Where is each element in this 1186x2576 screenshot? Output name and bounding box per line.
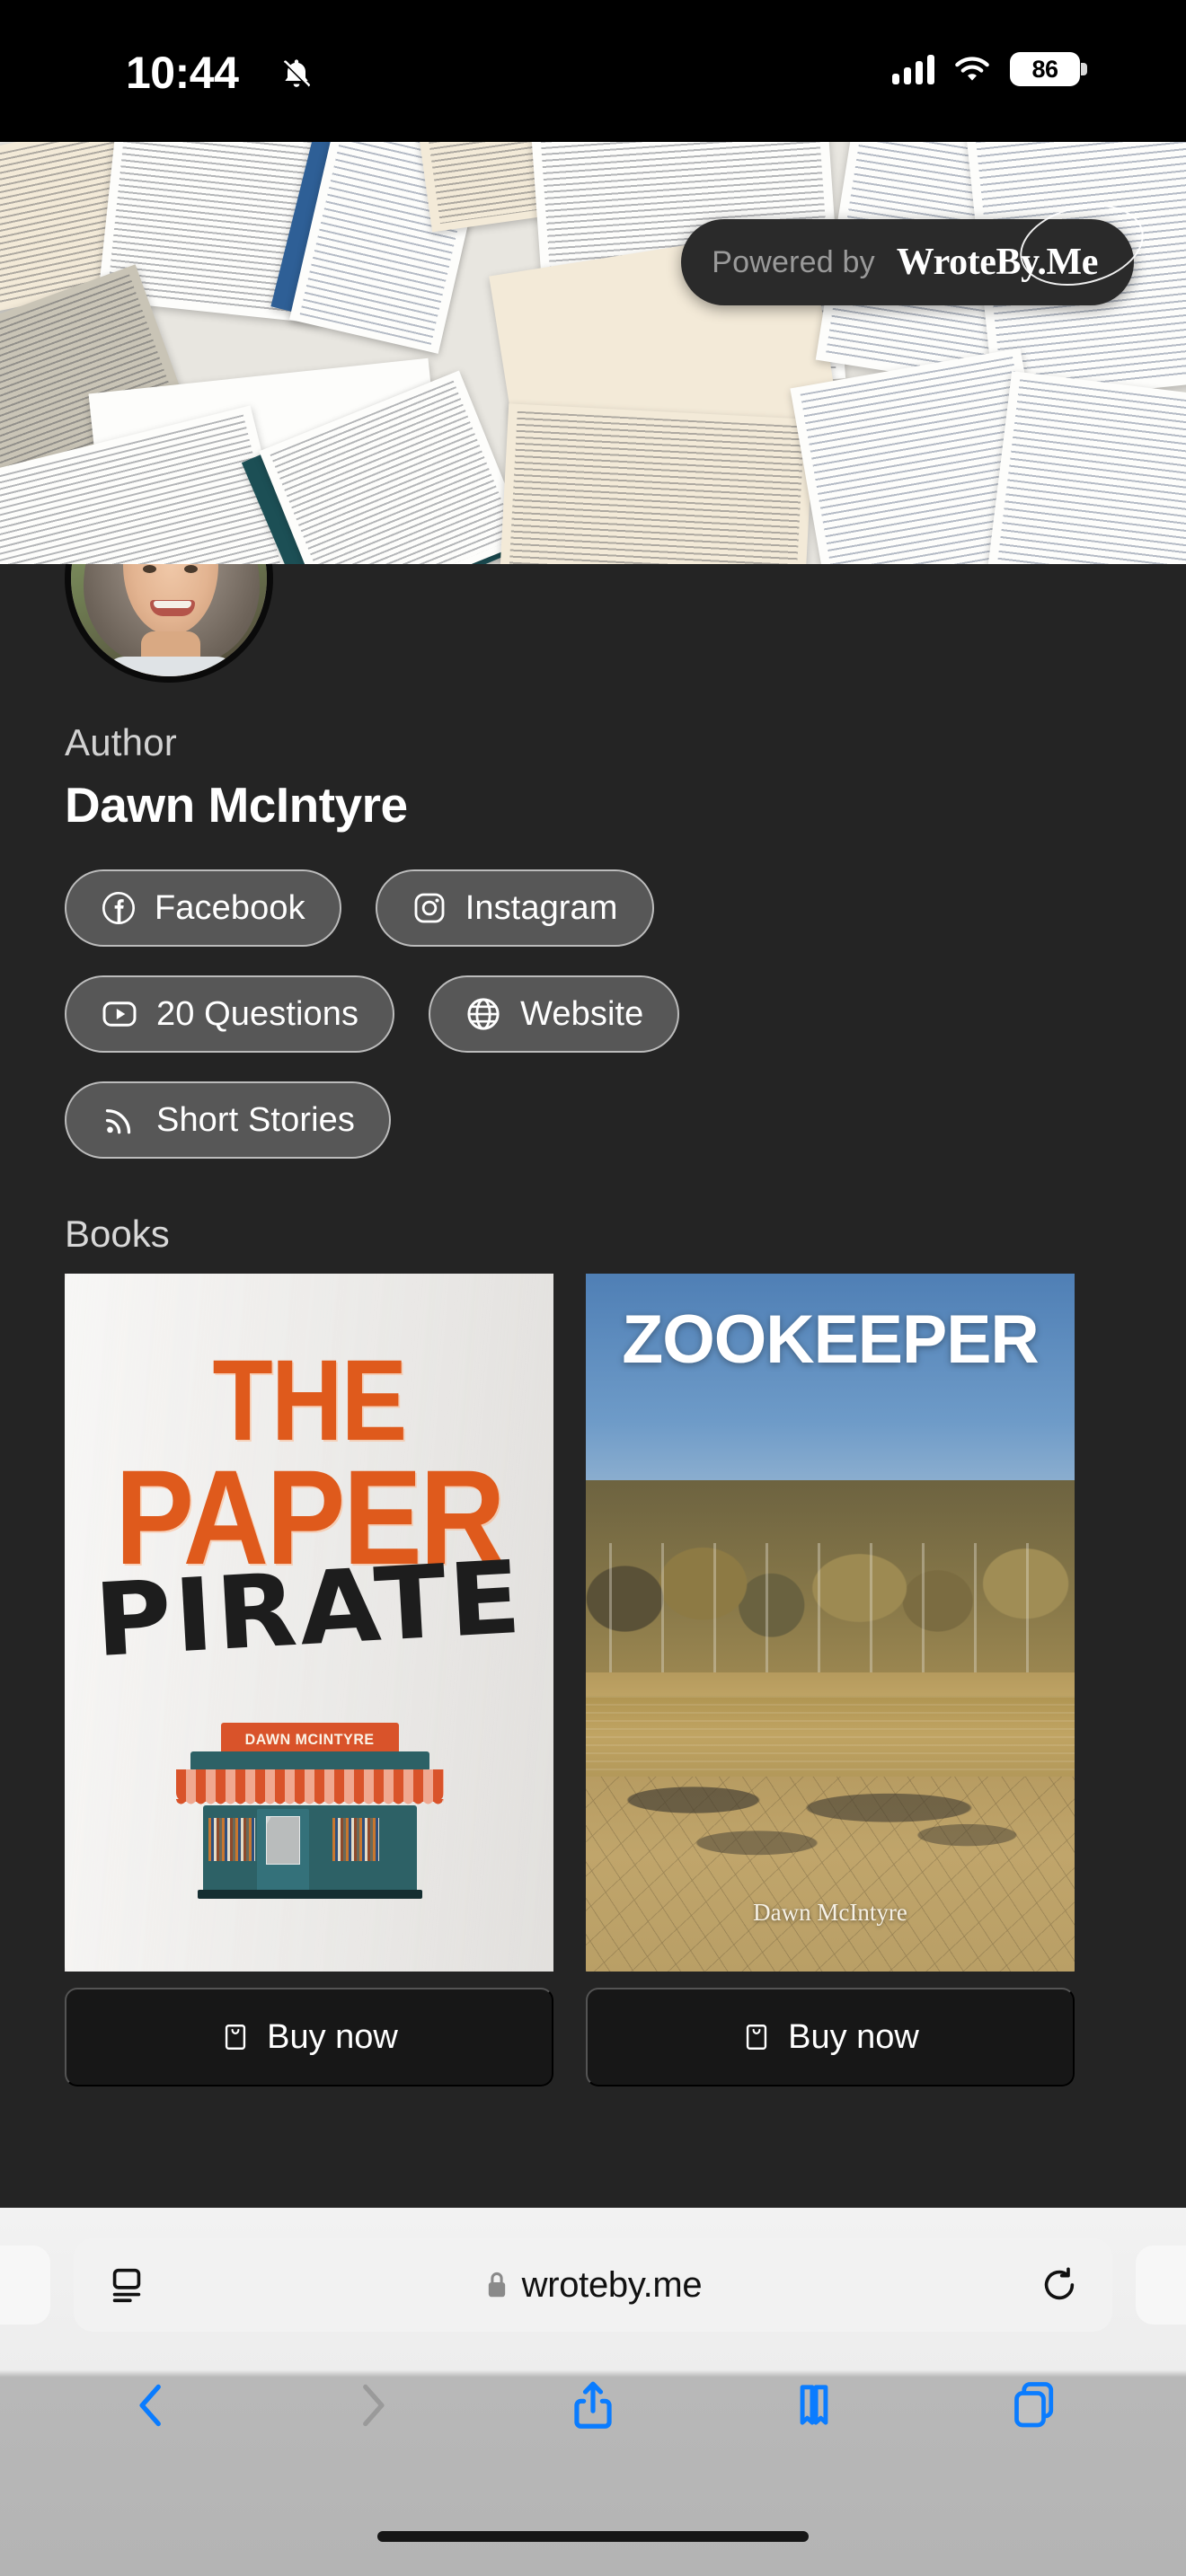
instagram-icon (414, 893, 445, 923)
tabs-icon (1014, 2382, 1054, 2428)
cover-author: Dawn McIntyre (753, 1899, 907, 1926)
books-grid: THE PAPER PIRATE DAWN MCINTYRE Buy now Z… (65, 1274, 1075, 2086)
buy-now-button[interactable]: Buy now (65, 1988, 553, 2086)
author-role-label: Author (65, 721, 177, 763)
youtube-play-icon (102, 1001, 137, 1027)
cover-title-line1: THE (212, 1337, 408, 1465)
url-bar-row: wroteby.me (0, 2238, 1186, 2332)
book-cover-paper-pirate[interactable]: THE PAPER PIRATE DAWN MCINTYRE (65, 1274, 553, 1972)
link-label: Facebook (155, 888, 305, 927)
globe-icon (467, 998, 500, 1030)
status-bar-indicators: 86 (892, 52, 1087, 86)
bookmarks-icon (800, 2385, 828, 2425)
book-cover-zookeeper[interactable]: ZOOKEEPER Dawn McIntyre (586, 1274, 1075, 1972)
author-portrait (71, 564, 267, 676)
bookshop-illustration: DAWN MCINTYRE (171, 1723, 449, 1902)
url-bar[interactable]: wroteby.me (74, 2238, 1112, 2332)
wrotebyme-brand: WroteBy.Me (896, 242, 1099, 283)
adjacent-tab-preview-right[interactable] (1136, 2245, 1186, 2325)
books-section-heading: Books (65, 1213, 170, 1255)
buy-now-label: Buy now (788, 2017, 919, 2056)
back-button[interactable] (102, 2356, 201, 2455)
powered-by-badge[interactable]: Powered by WroteBy.Me (681, 192, 1153, 305)
url-text-group: wroteby.me (147, 2265, 1039, 2306)
wifi-icon (955, 56, 989, 81)
profile-banner: Powered by WroteBy.Me (0, 142, 1186, 564)
book-bag-icon (226, 2025, 246, 2050)
open-books-photo (0, 142, 1186, 564)
tabs-button[interactable] (985, 2356, 1084, 2455)
link-website[interactable]: Website (429, 975, 680, 1053)
social-links: Facebook Instagram 20 Questions Website … (65, 869, 1125, 1187)
link-label: Instagram (465, 888, 618, 927)
cover-title: ZOOKEEPER (622, 1301, 1040, 1378)
bookmarks-button[interactable] (765, 2356, 863, 2455)
lock-icon (488, 2272, 505, 2298)
buy-now-button[interactable]: Buy now (586, 1988, 1075, 2086)
share-icon (574, 2381, 612, 2429)
link-20-questions[interactable]: 20 Questions (65, 975, 395, 1053)
forward-chevron-icon (363, 2384, 385, 2427)
link-instagram[interactable]: Instagram (375, 869, 654, 947)
book-card: THE PAPER PIRATE DAWN MCINTYRE Buy now (65, 1274, 553, 2086)
page-title: Dawn McIntyre (65, 777, 408, 833)
back-chevron-icon (139, 2384, 161, 2427)
link-label: Short Stories (156, 1100, 355, 1139)
adjacent-tab-preview-left[interactable] (0, 2245, 50, 2325)
page-settings-icon[interactable] (106, 2264, 147, 2306)
browser-toolbar (0, 2351, 1186, 2459)
battery-icon: 86 (1010, 52, 1087, 86)
cellular-signal-icon (892, 54, 934, 84)
shop-sign-text: DAWN MCINTYRE (244, 1731, 376, 1748)
avatar (65, 564, 273, 683)
bell-slash-icon (283, 59, 310, 87)
buy-now-label: Buy now (267, 2017, 398, 2056)
facebook-icon (102, 892, 135, 924)
reload-icon[interactable] (1039, 2264, 1080, 2306)
status-bar: 10:44 86 (0, 0, 1186, 142)
link-facebook[interactable]: Facebook (65, 869, 341, 947)
status-bar-time: 10:44 (126, 48, 239, 98)
share-button[interactable] (544, 2356, 642, 2455)
link-short-stories[interactable]: Short Stories (65, 1081, 391, 1159)
page-content: Author Dawn McIntyre Facebook Instagram … (0, 564, 1186, 2208)
cover-title-line3: PIRATE (92, 1539, 527, 1681)
book-bag-icon (747, 2025, 767, 2050)
book-card: ZOOKEEPER Dawn McIntyre Buy now (586, 1274, 1075, 2086)
url-text: wroteby.me (521, 2264, 703, 2305)
home-indicator (377, 2531, 809, 2542)
forward-button[interactable] (323, 2356, 421, 2455)
powered-by-label: Powered by (712, 244, 875, 279)
link-label: Website (520, 994, 644, 1033)
phone-screen: 10:44 86 Powered by WroteBy.Me Author Da… (0, 0, 1186, 2576)
battery-percent: 86 (1031, 55, 1058, 83)
link-label: 20 Questions (156, 994, 359, 1033)
safari-browser-chrome: wroteby.me (0, 2208, 1186, 2576)
rss-feed-icon (105, 1109, 131, 1134)
